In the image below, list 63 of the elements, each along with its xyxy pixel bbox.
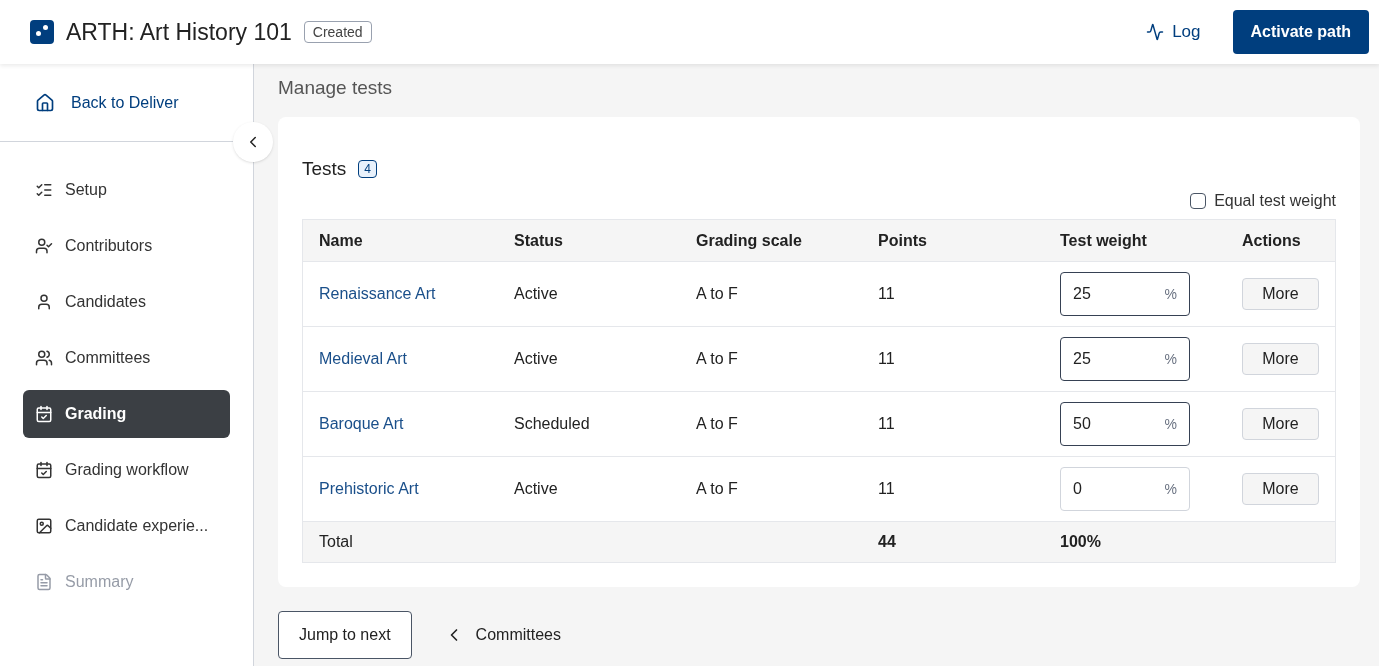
- document-icon: [35, 573, 53, 591]
- points-text: 11: [878, 284, 895, 304]
- collapse-sidebar-button[interactable]: [233, 122, 273, 162]
- test-name-link[interactable]: Renaissance Art: [319, 282, 436, 306]
- test-name-link[interactable]: Baroque Art: [319, 412, 404, 436]
- total-weight: 100%: [1060, 532, 1102, 552]
- activity-icon: [1146, 23, 1165, 41]
- total-label: Total: [319, 532, 354, 552]
- status-text: Active: [514, 479, 558, 499]
- test-name-link[interactable]: Medieval Art: [319, 347, 408, 371]
- list-icon: [35, 181, 53, 199]
- weight-field[interactable]: 25 %: [1060, 272, 1190, 316]
- column-header: Status: [514, 230, 564, 251]
- jump-to-next-button[interactable]: Jump to next: [278, 611, 412, 659]
- user-check-icon: [35, 237, 53, 255]
- sidebar-item[interactable]: Committees: [23, 334, 230, 382]
- sidebar-item[interactable]: Candidate experie...: [23, 502, 230, 550]
- weight-field[interactable]: 50 %: [1060, 402, 1190, 446]
- points-text: 11: [878, 414, 895, 434]
- total-points: 44: [878, 532, 897, 552]
- more-button[interactable]: More: [1242, 408, 1319, 440]
- picture-icon: [35, 517, 53, 535]
- column-header: Points: [878, 230, 928, 251]
- column-header: Test weight: [1060, 230, 1148, 251]
- grading-scale-text: A to F: [696, 349, 738, 369]
- points-text: 11: [878, 349, 895, 369]
- sidebar-item[interactable]: Grading workflow: [23, 446, 230, 494]
- course-title: ARTH: Art History 101: [66, 17, 292, 47]
- sidebar-item[interactable]: Setup: [23, 166, 230, 214]
- count-badge: 4: [358, 159, 378, 178]
- status-text: Active: [514, 284, 558, 304]
- equal-weight-checkbox[interactable]: Equal test weight: [302, 189, 1336, 213]
- column-header: Actions: [1242, 230, 1302, 251]
- previous-step-link[interactable]: Committees: [443, 623, 561, 647]
- card-title: Tests: [302, 156, 347, 181]
- calendar-icon: [35, 461, 53, 479]
- grading-scale-text: A to F: [696, 414, 738, 434]
- back-to-deliver-link[interactable]: Back to Deliver: [0, 90, 179, 115]
- calendar-icon: [35, 405, 53, 423]
- users-icon: [35, 349, 53, 367]
- home-icon: [35, 92, 55, 113]
- column-header: Name: [319, 230, 364, 251]
- more-button[interactable]: More: [1242, 278, 1319, 310]
- sidebar-item[interactable]: Grading: [23, 390, 230, 438]
- sidebar-item[interactable]: Candidates: [23, 278, 230, 326]
- grading-scale-text: A to F: [696, 284, 738, 304]
- weight-field[interactable]: 25 %: [1060, 337, 1190, 381]
- status-text: Active: [514, 349, 558, 369]
- log-link[interactable]: Log: [1146, 19, 1201, 45]
- user-icon: [35, 293, 53, 311]
- more-button[interactable]: More: [1242, 343, 1319, 375]
- column-header: Grading scale: [696, 230, 803, 251]
- status-badge: Created: [303, 21, 372, 43]
- weight-field[interactable]: 0 %: [1060, 467, 1190, 511]
- page-title: Manage tests: [278, 76, 394, 100]
- test-name-link[interactable]: Prehistoric Art: [319, 477, 419, 501]
- points-text: 11: [878, 479, 895, 499]
- status-text: Scheduled: [514, 414, 590, 434]
- activate-path-button[interactable]: Activate path: [1232, 10, 1369, 54]
- grading-scale-text: A to F: [696, 479, 738, 499]
- sidebar-item[interactable]: Contributors: [23, 222, 230, 270]
- logo-icon: [30, 20, 54, 44]
- more-button[interactable]: More: [1242, 473, 1319, 505]
